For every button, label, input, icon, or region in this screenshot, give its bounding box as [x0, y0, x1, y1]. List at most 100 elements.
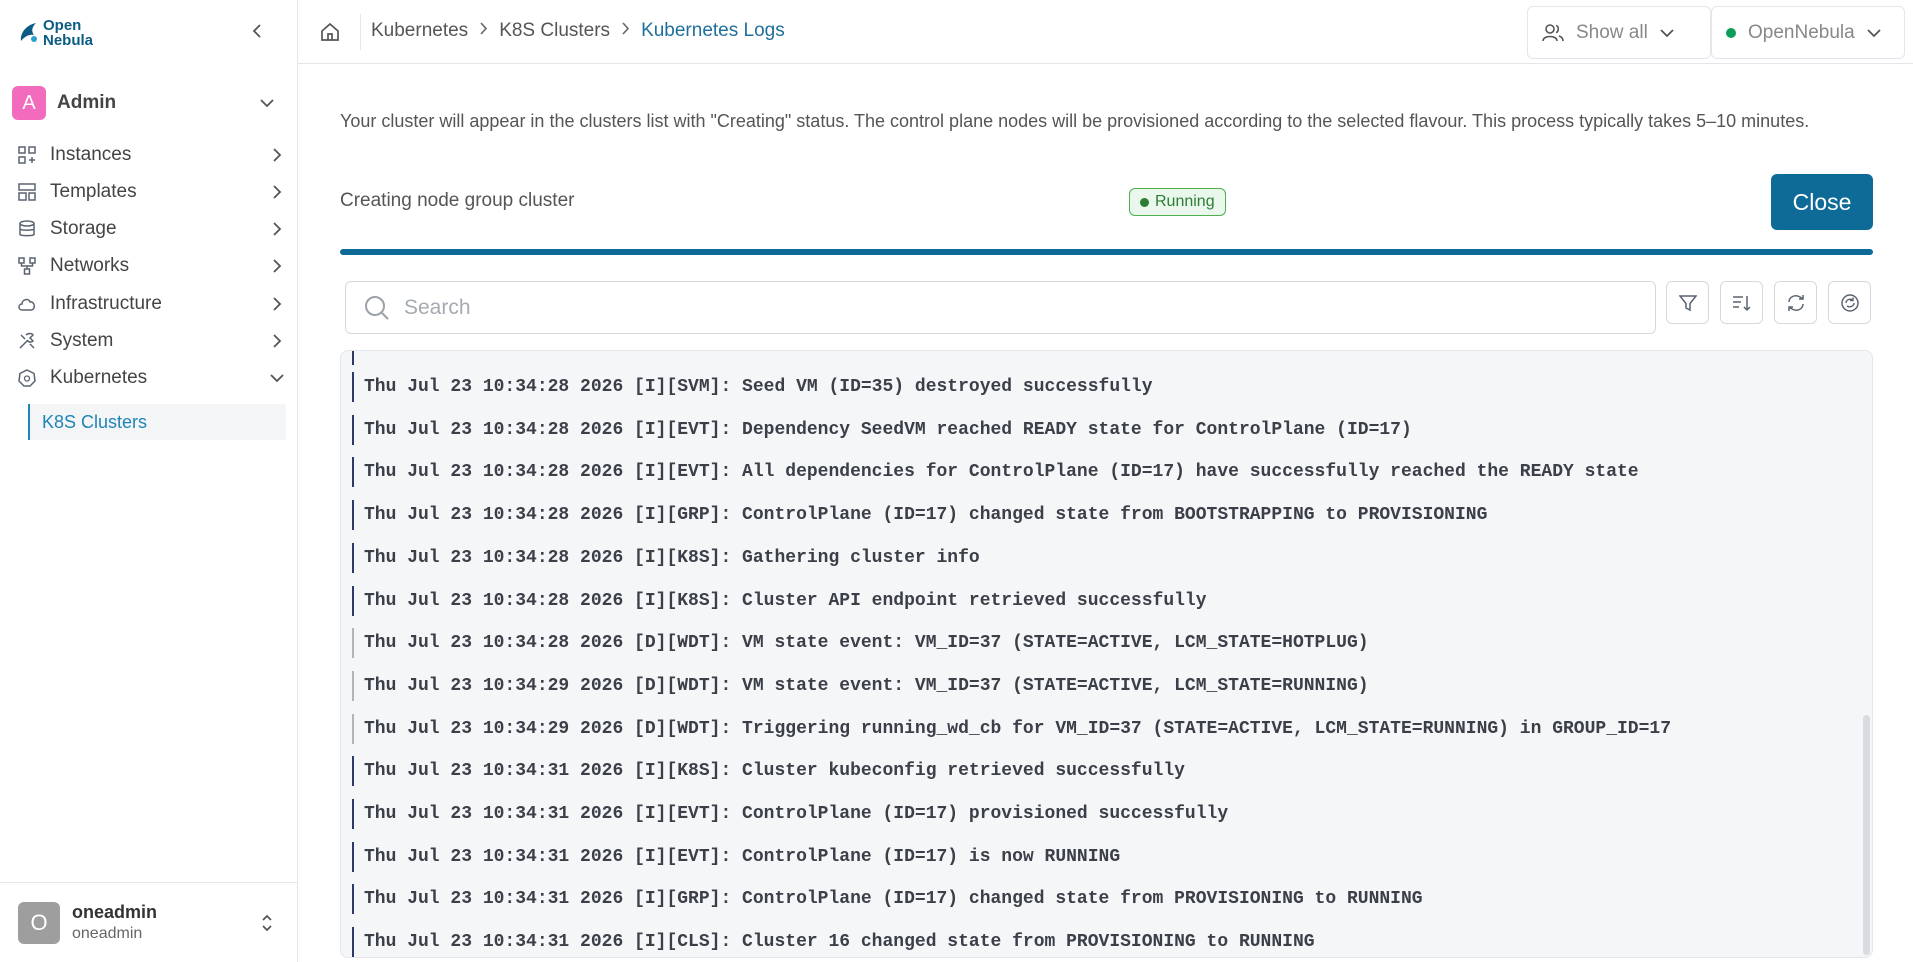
auto-refresh-button[interactable]: [1828, 281, 1871, 324]
sidebar-item-label: Instances: [50, 144, 132, 165]
sidebar-item-label: Storage: [50, 218, 117, 239]
log-line: Thu Jul 23 10:34:29 2026 [D][WDT]: VM st…: [352, 670, 1369, 701]
auto-refresh-icon: [1840, 293, 1859, 312]
log-line: Thu Jul 23 10:34:31 2026 [I][EVT]: Contr…: [352, 799, 1228, 829]
zone-label: OpenNebula: [1748, 21, 1855, 43]
chevron-right-icon: [267, 145, 287, 165]
chevron-down-icon: [1660, 28, 1674, 37]
breadcrumb: Kubernetes K8S Clusters Kubernetes Logs: [371, 20, 785, 42]
sidebar-item-label: Networks: [50, 255, 130, 276]
templates-icon: [17, 182, 37, 202]
log-line: Thu Jul 23 10:34:31 2026 [I][GRP]: Contr…: [352, 884, 1423, 915]
users-icon: [1542, 23, 1564, 41]
chevron-right-icon: [267, 331, 287, 351]
filter-icon: [1678, 294, 1697, 311]
sidebar-item-label: Infrastructure: [50, 293, 162, 314]
chevron-right-icon: [479, 22, 488, 40]
log-line: Thu Jul 23 10:34:28 2026 [I][EVT]: All d…: [352, 457, 1639, 488]
logo-line2: Nebula: [43, 32, 94, 49]
sidebar-item-kubernetes[interactable]: Kubernetes: [17, 362, 287, 394]
sidebar-item-label: Templates: [50, 181, 137, 202]
log-line: Thu Jul 23 10:34:28 2026 [I][EVT]: Depen…: [352, 414, 1412, 445]
status-dot: [1140, 197, 1149, 207]
breadcrumb-kubernetes[interactable]: Kubernetes: [371, 20, 468, 42]
collapse-sidebar-button[interactable]: [246, 20, 268, 42]
chevron-right-icon: [621, 22, 630, 40]
filter-group-label: Show all: [1576, 21, 1648, 43]
log-line: Thu Jul 23 10:34:28 2026 [I][K8S]: Clust…: [352, 585, 1207, 616]
info-message: Your cluster will appear in the clusters…: [340, 111, 1810, 131]
infrastructure-icon: [17, 294, 37, 314]
task-label: Creating node group cluster: [340, 190, 575, 211]
search-box: [345, 281, 1656, 334]
sidebar-item-templates[interactable]: Templates: [17, 176, 287, 208]
log-scrollbar[interactable]: [1863, 715, 1870, 955]
search-input[interactable]: [404, 295, 1604, 320]
breadcrumb-kubernetes-logs: Kubernetes Logs: [641, 20, 785, 41]
status-badge: Running: [1129, 188, 1226, 216]
top-header: Kubernetes K8S Clusters Kubernetes Logs …: [298, 0, 1913, 64]
search-icon: [365, 295, 389, 320]
chevron-up-down-icon: [252, 913, 282, 933]
status-text: Running: [1155, 193, 1215, 210]
logo-mark-icon: [20, 23, 37, 42]
chevron-left-icon: [252, 24, 261, 38]
user-menu[interactable]: O oneadmin oneadmin: [0, 882, 298, 962]
filter-button[interactable]: [1666, 281, 1709, 324]
sort-button[interactable]: [1720, 281, 1763, 324]
log-line: Thu Jul 23 10:34:28 2026 [I][K8S]: Gathe…: [352, 542, 980, 573]
refresh-button[interactable]: [1774, 281, 1817, 324]
log-line: Thu Jul 23 10:34:31 2026 [I][CLS]: Clust…: [352, 927, 1315, 957]
sidebar-item-system[interactable]: System: [17, 325, 287, 357]
sidebar-subitem-k8s-clusters[interactable]: K8S Clusters: [28, 404, 286, 440]
instances-icon: [17, 145, 37, 165]
progress-bar: [340, 249, 1873, 255]
logo-line1: Open: [43, 17, 82, 34]
log-line: Thu Jul 23 10:34:29 2026 [D][WDT]: Trigg…: [352, 713, 1671, 744]
sort-icon: [1732, 295, 1751, 311]
networks-icon: [17, 256, 37, 276]
kubernetes-icon: [17, 368, 37, 388]
home-button[interactable]: [318, 20, 342, 44]
home-icon: [321, 22, 339, 41]
header-divider: [360, 14, 361, 50]
log-panel[interactable]: Thu Jul 23 10:34:28 2026 [I][SVM]: Seed …: [340, 350, 1873, 958]
log-line: Thu Jul 23 10:34:28 2026 [I][GRP]: Contr…: [352, 500, 1487, 531]
chevron-down-icon: [1867, 28, 1881, 37]
group-selector[interactable]: A Admin: [12, 85, 286, 121]
filter-group-dropdown[interactable]: Show all: [1527, 6, 1711, 59]
zone-status-dot: [1726, 27, 1736, 38]
sidebar-item-label: System: [50, 330, 114, 351]
sidebar-item-label: Kubernetes: [50, 367, 148, 388]
log-line: Thu Jul 23 10:34:28 2026 [I][SVM]: Seed …: [352, 372, 1153, 402]
log-line: Thu Jul 23 10:34:31 2026 [I][EVT]: Contr…: [352, 841, 1120, 872]
breadcrumb-k8s-clusters[interactable]: K8S Clusters: [499, 20, 610, 42]
sidebar: Open Nebula A Admin Instances Templates …: [0, 0, 298, 962]
zone-dropdown[interactable]: OpenNebula: [1711, 6, 1905, 59]
sidebar-subitem-label: K8S Clusters: [42, 411, 148, 432]
user-subtitle: oneadmin: [72, 925, 143, 942]
system-icon: [17, 331, 37, 351]
sidebar-item-networks[interactable]: Networks: [17, 250, 287, 282]
chevron-right-icon: [267, 294, 287, 314]
progress-fill: [340, 249, 1873, 255]
chevron-right-icon: [267, 219, 287, 239]
sidebar-item-storage[interactable]: Storage: [17, 213, 287, 245]
log-line: Thu Jul 23 10:34:28 2026 [D][WDT]: VM st…: [352, 628, 1369, 659]
group-name: Admin: [57, 92, 117, 113]
chevron-right-icon: [267, 182, 287, 202]
close-button[interactable]: Close: [1771, 174, 1873, 230]
refresh-icon: [1787, 294, 1804, 311]
opennebula-logo[interactable]: Open Nebula: [18, 18, 93, 48]
chevron-down-icon: [267, 368, 287, 388]
sidebar-item-infrastructure[interactable]: Infrastructure: [17, 288, 287, 320]
log-line: Thu Jul 23 10:34:31 2026 [I][K8S]: Clust…: [352, 756, 1185, 787]
user-name: oneadmin: [72, 902, 158, 922]
storage-icon: [17, 219, 37, 239]
sidebar-item-instances[interactable]: Instances: [17, 139, 287, 171]
group-avatar: A: [12, 86, 46, 120]
chevron-right-icon: [267, 256, 287, 276]
user-avatar: O: [18, 901, 60, 944]
chevron-down-icon: [260, 99, 274, 108]
log-line-partial: [352, 351, 364, 365]
